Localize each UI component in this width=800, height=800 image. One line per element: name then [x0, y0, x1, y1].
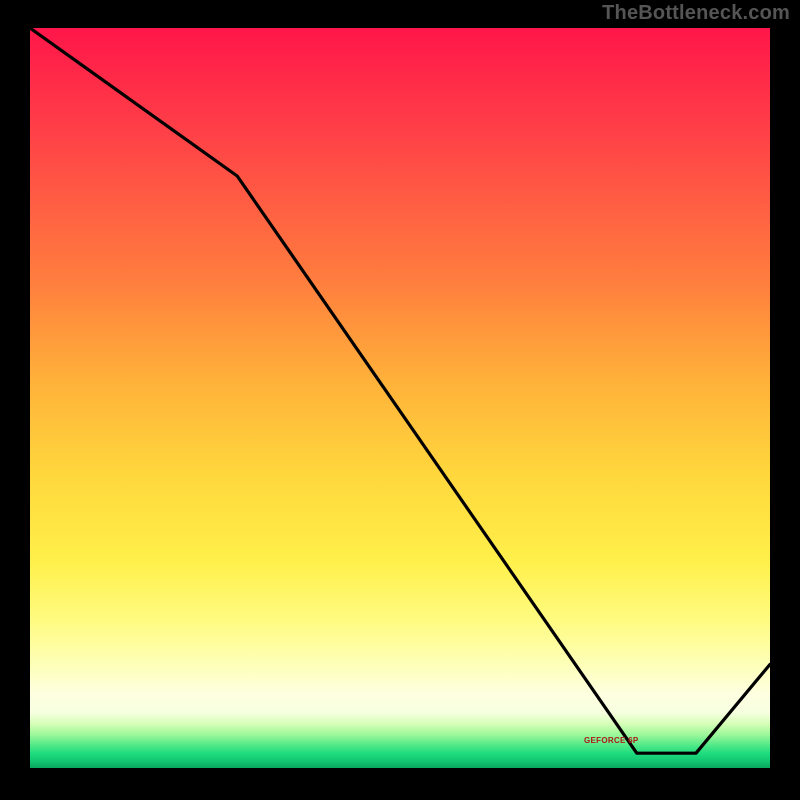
data-line: [30, 28, 770, 753]
watermark-text: TheBottleneck.com: [602, 2, 790, 25]
plot-area: GEFORCE 6P: [30, 28, 770, 768]
chart-stage: TheBottleneck.com GEFORCE 6P: [0, 0, 800, 800]
line-chart-svg: [30, 28, 770, 768]
series-annotation: GEFORCE 6P: [584, 736, 639, 745]
